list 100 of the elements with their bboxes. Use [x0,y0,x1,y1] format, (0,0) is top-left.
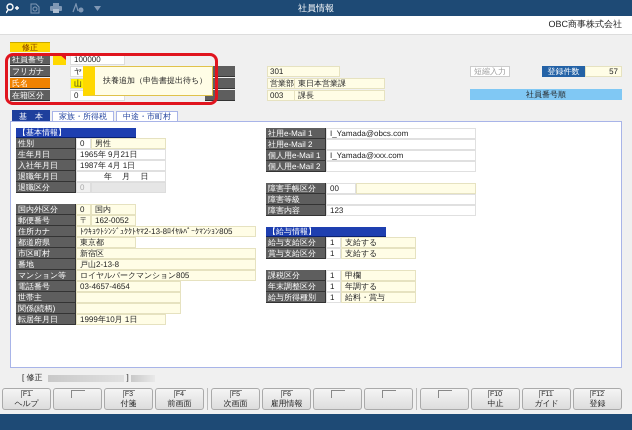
key-label: 登録 [590,398,606,409]
print-icon[interactable] [50,3,62,13]
field-value: 課長 [295,90,385,101]
field-label: 電話番号 [16,281,76,292]
company-name: OBC商事株式会社 [548,18,622,32]
key-label: 雇用情報 [270,398,302,409]
key-label: 付箋 [120,398,136,409]
field-label: 課税区分 [266,270,326,281]
field-value: 〒 [76,215,91,226]
key-code-box [382,390,396,398]
field-value: 162-0052 [91,215,136,226]
field-label: 社用e-Mail 1 [266,128,326,139]
field-label: 市区町村 [16,248,76,259]
field-value: 1 [326,292,341,303]
zoom-in-icon[interactable] [6,2,20,14]
field-label: 個人用e-Mail 1 [266,150,326,161]
status-tooltip: 扶養追加（申告書提出待ち） [83,66,213,96]
field-label: マンション等 [16,270,76,281]
field-label: 退職区分 [16,182,76,193]
field-value: 年 月 日 [76,171,166,182]
field-label: 郵便番号 [16,215,76,226]
field-value: I_Yamada@obcs.com [326,128,476,139]
field-value: 1 [326,270,341,281]
field-value: 1987年 4月 1日 [76,160,166,171]
field-value: 給料・賞与 [341,292,416,303]
field-label: 都道府県 [16,237,76,248]
key-code-box [438,390,452,398]
field-value: 1 [326,237,341,248]
function-key-button[interactable] [364,388,413,410]
field-label: 個人用e-Mail 2 [266,161,326,172]
field-value: 支給する [341,237,416,248]
field-value: 国内 [91,204,136,215]
field-label: 氏名 [10,78,50,89]
redacted-text-bar [130,374,155,382]
field-label: 関係(続柄) [16,303,76,314]
field-label: 賞与支給区分 [266,248,326,259]
field-label: フリガナ [10,66,50,77]
tab[interactable]: 中途・市町村 [116,111,178,121]
field-label: 給与支給区分 [266,237,326,248]
key-label: ガイド [534,398,558,409]
section-header: 【給与情報】 [266,227,386,237]
status-mode: [ 修正 [22,372,42,384]
tab[interactable]: 家族・所得税 [52,111,114,121]
field-value: 男性 [91,138,166,149]
field-label: 国内外区分 [16,204,76,215]
status-bracket: ] [126,372,129,384]
field-label: 障害内容 [266,205,326,216]
field-value: ロイヤルパークマンション805 [76,270,256,281]
pen-check-icon[interactable] [72,3,84,13]
field-label: 生年月日 [16,149,76,160]
field-value: 301 [267,66,340,77]
key-code-box [330,390,344,398]
field-label: 転居年月日 [16,314,76,325]
field-value: 東日本営業課 [295,78,385,89]
field-label: 在籍区分 [10,90,50,101]
sort-order-bar: 社員番号順 [470,89,622,100]
field-value: 1999年10月 1日 [76,314,166,325]
field-label: 年末調整区分 [266,281,326,292]
field-value: I_Yamada@xxx.com [326,150,476,161]
function-key-button[interactable] [53,388,102,410]
field-label: 退職年月日 [16,171,76,182]
key-label: 前画面 [168,398,192,409]
mode-badge: 修正 [10,42,50,52]
field-label: 給与所得種別 [266,292,326,303]
field-value: 0 [76,138,91,149]
field-value: 0 [76,204,91,215]
field-value: 03-4657-4654 [76,281,181,292]
function-key-button[interactable] [420,388,469,410]
window-title: 社員情報 [298,2,334,14]
record-count-value: 57 [585,66,622,77]
field-value: 支給する [341,248,416,259]
field-label: 住所カナ [16,226,76,237]
field-value: 新宿区 [76,248,256,259]
field-label: 入社年月日 [16,160,76,171]
field-label: 障害等級 [266,194,326,205]
field-value: 年調する [341,281,416,292]
field-value: 1 [326,281,341,292]
field-value: 003 [267,90,295,101]
key-label: 中止 [488,398,504,409]
field-label: 社用e-Mail 2 [266,139,326,150]
field-value: 0 [76,182,91,193]
key-code-box [70,390,84,398]
field-value: 甲欄 [341,270,416,281]
tab[interactable]: 基 本 [12,110,50,121]
field-value: 00 [326,183,356,194]
field-label: 障害手帳区分 [266,183,326,194]
field-value: 東京都 [76,237,136,248]
field-value: 戸山2-13-8 [76,259,256,270]
field-value: 1 [326,248,341,259]
document-search-icon[interactable] [30,2,40,14]
record-count-label: 登録件数 [542,66,585,77]
key-label: 次画面 [224,398,248,409]
function-key-button[interactable] [313,388,362,410]
field-value: 営業部 [267,78,295,89]
field-label: 性別 [16,138,76,149]
key-label: ヘルプ [14,398,38,409]
dropdown-icon[interactable] [94,6,101,10]
field-label: 番地 [16,259,76,270]
field-label: 世帯主 [16,292,76,303]
field-value: ﾄｳｷｮｳﾄｼﾝｼﾞｭｸｸﾄﾔﾏ2-13-8ﾛｲﾔﾙﾊﾟｰｸﾏﾝｼｮﾝ805 [76,226,256,237]
